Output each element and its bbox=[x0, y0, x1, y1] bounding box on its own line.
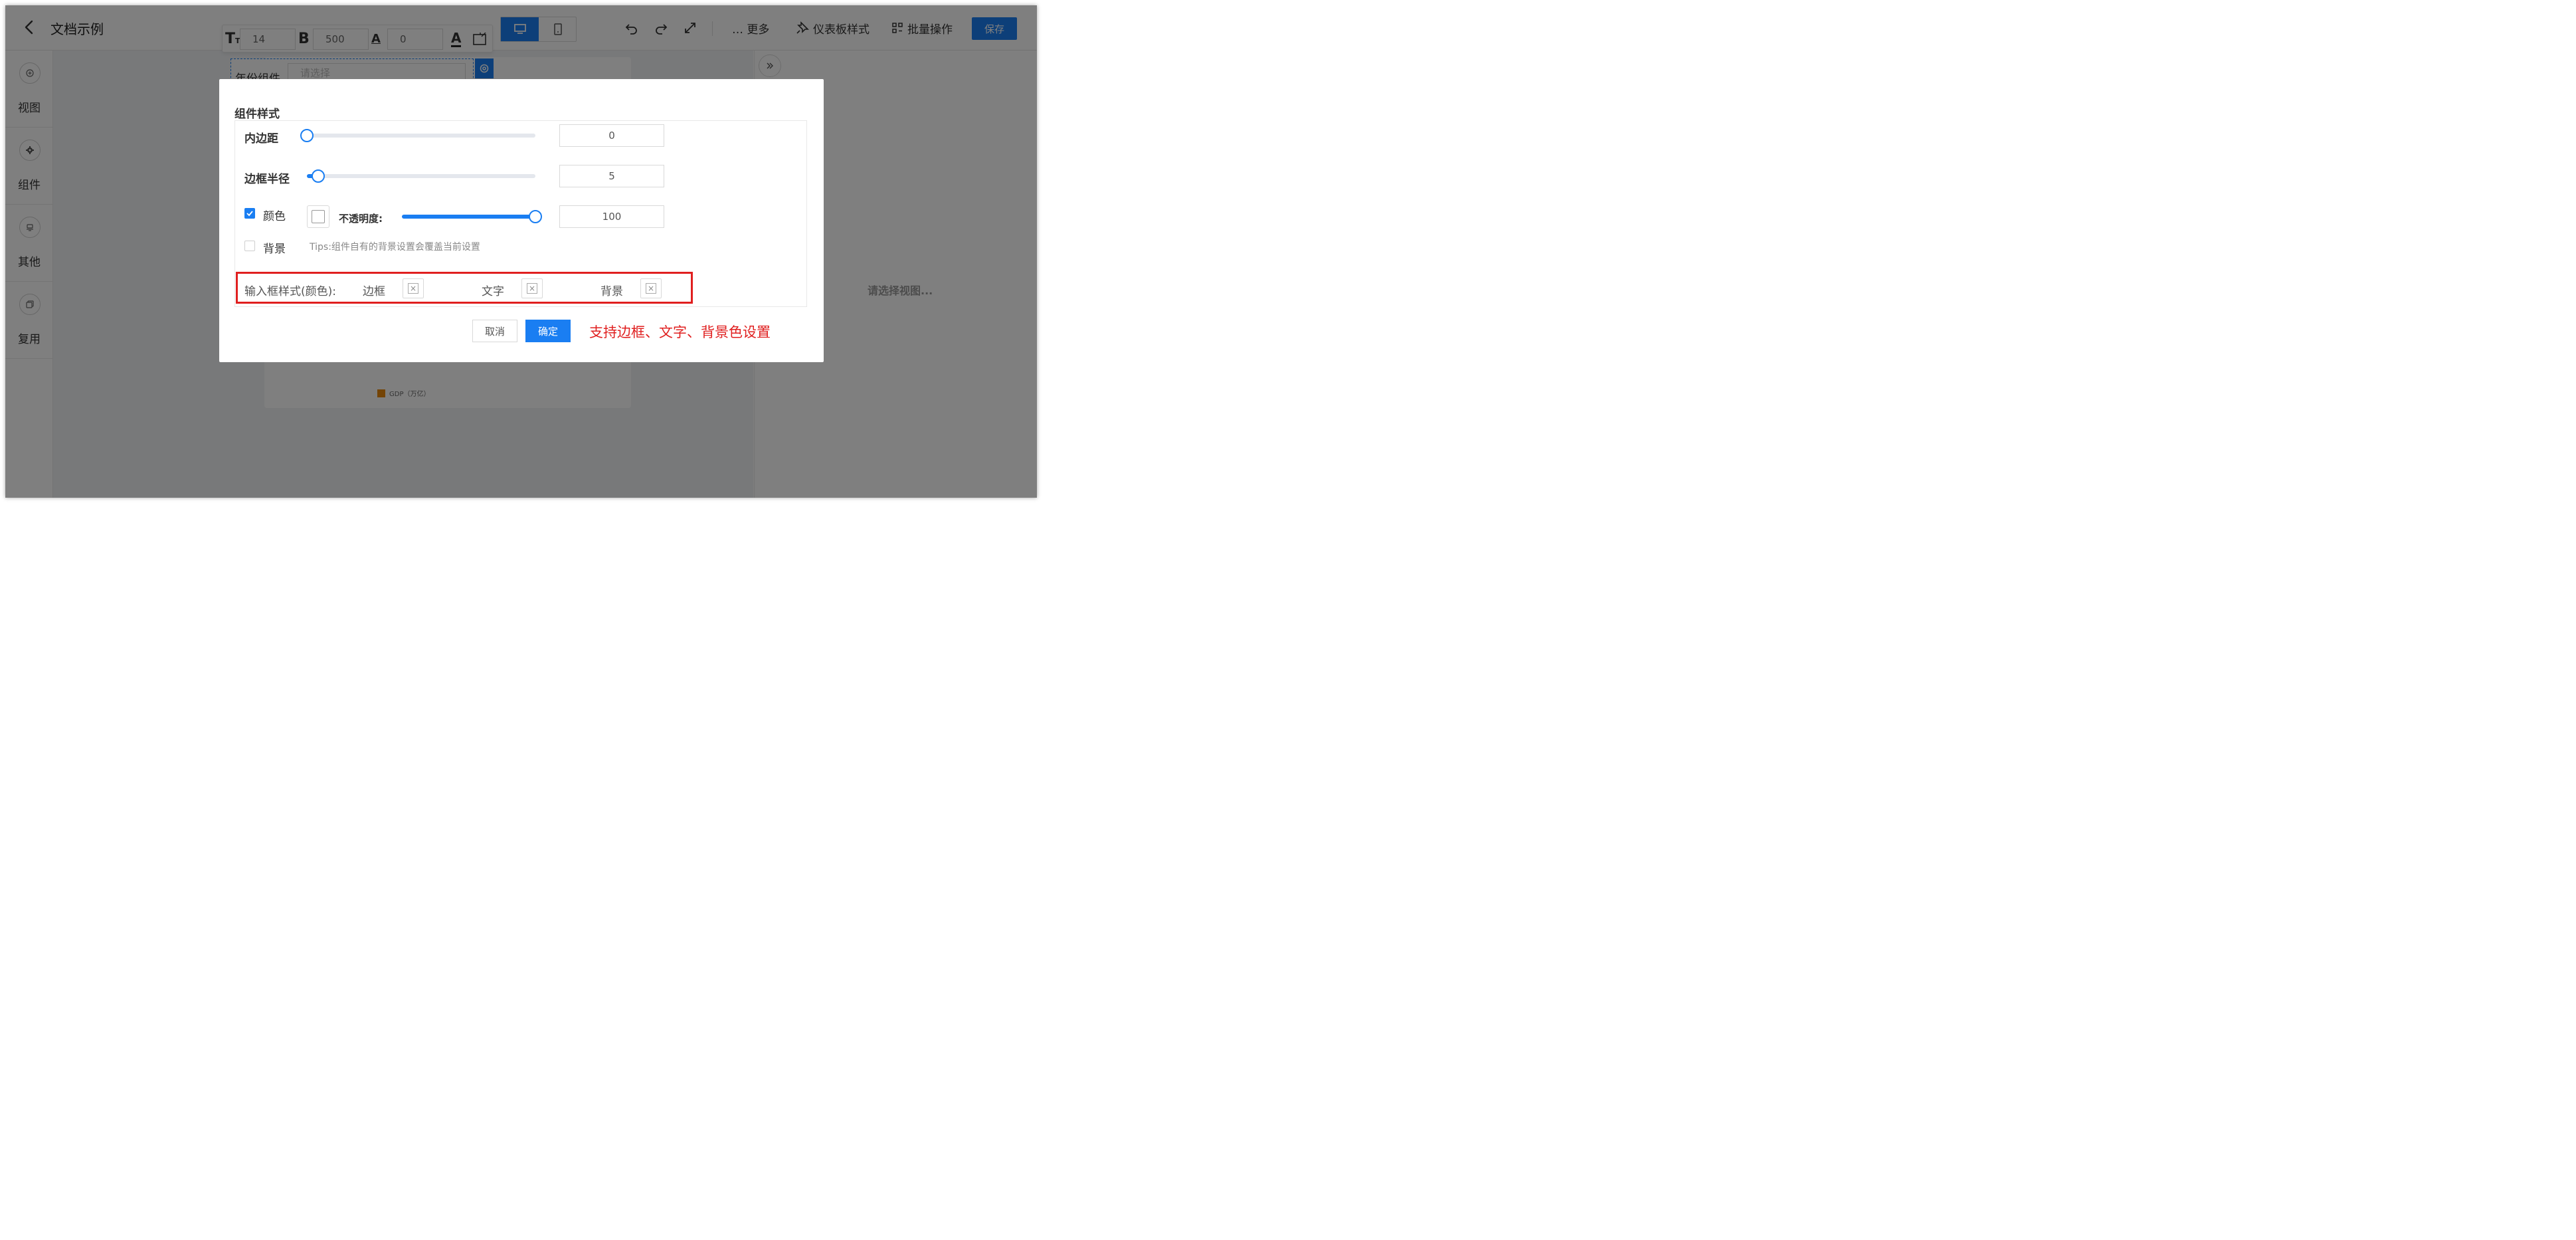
clear-icon: × bbox=[646, 283, 656, 294]
opacity-slider-handle[interactable] bbox=[529, 210, 542, 223]
radius-slider[interactable] bbox=[307, 169, 535, 183]
border-color-picker[interactable]: × bbox=[403, 278, 424, 298]
radius-input[interactable]: 5 bbox=[559, 165, 664, 187]
background-color-label: 背景 bbox=[600, 285, 623, 298]
background-tips: Tips:组件自有的背景设置会覆盖当前设置 bbox=[310, 242, 480, 253]
background-label: 背景 bbox=[263, 243, 286, 256]
style-form: 内边距 0 边框半径 5 颜色 不透明度: 100 背景 Tips:组件自有的背… bbox=[234, 120, 807, 307]
app-window: 文档示例 bbox=[5, 5, 1037, 498]
color-picker[interactable] bbox=[307, 205, 329, 228]
section-title: 组件样式 bbox=[234, 108, 280, 121]
component-style-dialog: 组件样式 内边距 0 边框半径 5 颜色 不透明度: 100 背景 Tips:组… bbox=[219, 79, 824, 362]
background-checkbox[interactable] bbox=[244, 241, 255, 251]
color-checkbox[interactable] bbox=[244, 208, 255, 219]
opacity-input[interactable]: 100 bbox=[559, 205, 664, 228]
clear-icon: × bbox=[408, 283, 418, 294]
border-color-label: 边框 bbox=[363, 285, 385, 298]
text-color-label: 文字 bbox=[482, 285, 504, 298]
opacity-label: 不透明度: bbox=[339, 213, 383, 225]
padding-slider[interactable] bbox=[300, 129, 535, 142]
color-label: 颜色 bbox=[263, 210, 286, 223]
text-color-picker[interactable]: × bbox=[521, 278, 543, 298]
check-icon bbox=[246, 211, 253, 217]
clear-icon: × bbox=[527, 283, 537, 294]
input-style-row: 输入框样式(颜色): 边框 × 文字 × 背景 × bbox=[236, 272, 693, 304]
padding-input[interactable]: 0 bbox=[559, 124, 664, 147]
padding-label: 内边距 bbox=[244, 132, 278, 146]
confirm-button[interactable]: 确定 bbox=[525, 320, 571, 342]
radius-label: 边框半径 bbox=[244, 173, 290, 186]
color-picker-preview bbox=[312, 210, 325, 223]
input-style-label: 输入框样式(颜色): bbox=[244, 285, 336, 298]
radius-slider-handle[interactable] bbox=[312, 169, 325, 183]
cancel-button[interactable]: 取消 bbox=[472, 320, 517, 342]
background-color-picker[interactable]: × bbox=[640, 278, 662, 298]
opacity-slider[interactable] bbox=[402, 210, 542, 223]
opacity-slider-fill bbox=[402, 215, 535, 219]
padding-slider-handle[interactable] bbox=[300, 129, 314, 142]
annotation-text: 支持边框、文字、背景色设置 bbox=[589, 324, 771, 340]
